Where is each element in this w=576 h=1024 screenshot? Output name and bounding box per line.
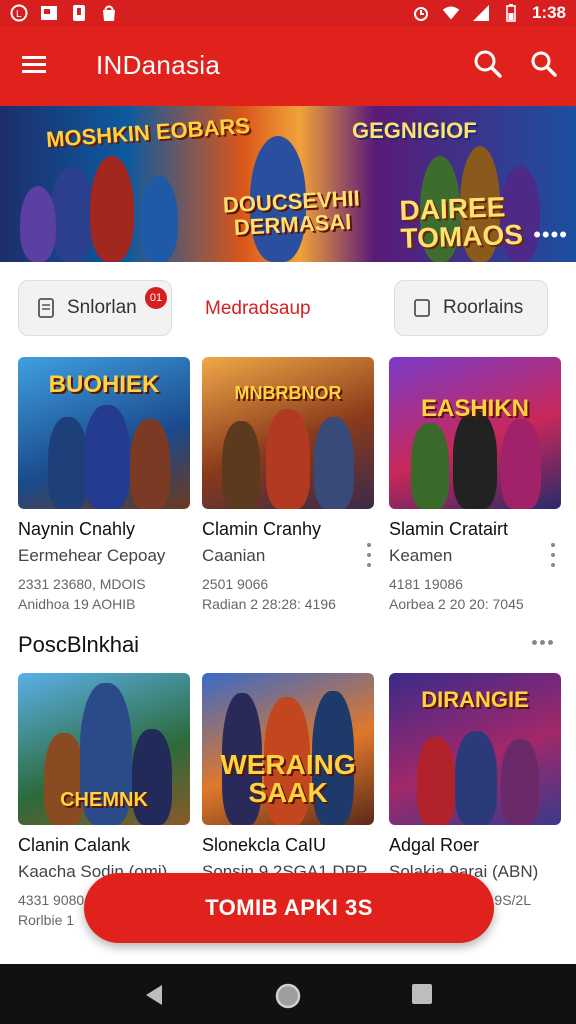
game-meta-line: 2501 9066 [202, 576, 269, 592]
system-nav-bar [0, 964, 576, 1024]
app-bar: INDanasia [0, 26, 576, 106]
section-title: PoscBlnkhai [18, 632, 140, 657]
notification-badge: 01 [145, 287, 167, 309]
back-icon [146, 985, 162, 1005]
filter-chip-left-label: Snlorlan [67, 297, 137, 318]
notification-icon: L [10, 4, 28, 22]
hamburger-icon [22, 56, 46, 73]
more-options-button[interactable] [366, 543, 372, 573]
game-thumbnail[interactable]: CHEMNK [18, 673, 190, 825]
game-name: Clamin Cranhy [202, 519, 322, 539]
filter-chip-right-label: Roorlains [443, 297, 524, 318]
home-button[interactable] [274, 982, 301, 1009]
document-icon [38, 298, 54, 318]
game-card[interactable]: MNBRBNOR Clamin Cranhy Caanian 2501 9066… [202, 357, 374, 615]
game-card[interactable]: EASHIKN Slamin Cratairt Keamen 4181 1908… [389, 357, 561, 615]
banner-title-right-top: GEGNIGIOF [352, 118, 477, 143]
section-more-button[interactable] [532, 632, 558, 652]
recents-icon [412, 984, 432, 1004]
game-meta-line: 4181 19086 [389, 576, 463, 592]
game-meta-line: Radian 2 28:28: 4196 [202, 596, 336, 613]
game-thumbnail[interactable]: WERAING SAAK [202, 673, 374, 825]
status-bar: L 1:38 [0, 0, 576, 26]
app-title: INDanasia [96, 50, 221, 80]
filter-chip-right[interactable]: Roorlains [394, 280, 548, 336]
square-icon [414, 299, 430, 317]
signal-icon [472, 5, 490, 21]
recents-button[interactable] [410, 982, 436, 1008]
menu-button[interactable] [20, 50, 50, 80]
game-meta-line: Anidhoa 19 AOHIB [18, 596, 136, 613]
save-icon [70, 5, 88, 21]
banner-pager-dots[interactable]: •••• [533, 222, 568, 248]
search-icon [474, 50, 502, 78]
search-icon [531, 51, 557, 77]
install-apk-button[interactable]: TOMIB APKI 3S [84, 873, 494, 943]
filter-active-tab[interactable]: Medradsaup [205, 298, 311, 320]
game-thumbnail[interactable]: BUOHIEK [18, 357, 190, 509]
game-name: Adgal Roer [389, 835, 480, 855]
game-name: Clanin Calank [18, 835, 131, 855]
game-card[interactable]: BUOHIEK Naynin Cnahly Eermehear Cepoay 2… [18, 357, 190, 615]
image-icon [40, 5, 58, 21]
search-alt-button[interactable] [528, 48, 560, 80]
game-name: Slamin Cratairt [389, 519, 509, 539]
game-logo: MNBRBNOR [234, 383, 342, 403]
filter-chip-left[interactable]: Snlorlan 01 [18, 280, 172, 336]
game-card[interactable]: WERAING SAAK Slonekcla CaIU Sonsin 9 2SG… [202, 673, 374, 882]
game-name: Naynin Cnahly [18, 519, 136, 539]
banner-title-left: MOSHKIN EOBARS [45, 112, 251, 153]
more-options-button[interactable] [550, 543, 556, 573]
banner-title-center: DOUCSEVHII DERMASAI [222, 185, 361, 241]
battery-icon [502, 4, 520, 22]
game-name: Slonekcla CaIU [202, 835, 327, 855]
game-logo: DIRANGIE [421, 687, 529, 712]
game-thumbnail[interactable]: MNBRBNOR [202, 357, 374, 509]
game-logo: CHEMNK [60, 789, 148, 811]
alarm-icon [412, 5, 430, 21]
filter-row: Snlorlan 01 Medradsaup Roorlains [0, 278, 576, 340]
game-thumbnail[interactable]: DIRANGIE [389, 673, 561, 825]
game-meta-line: Aorbea 2 20 20: 7045 [389, 596, 524, 613]
featured-banner[interactable]: MOSHKIN EOBARS DOUCSEVHII DERMASAI GEGNI… [0, 106, 576, 262]
home-icon [275, 983, 301, 1009]
bag-icon [100, 5, 118, 21]
game-meta: 4181 19086 Aorbea 2 20 20: 7045 [389, 574, 561, 615]
game-logo: EASHIKN [420, 395, 529, 422]
game-meta: 2501 9066 Radian 2 28:28: 4196 [202, 574, 374, 615]
game-subtitle: Caanian [202, 546, 266, 565]
game-meta: 2331 23680, MDOIS Anidhoa 19 AOHIB [18, 574, 190, 615]
game-subtitle: Keamen [389, 546, 453, 565]
game-logo: BUOHIEK [48, 371, 160, 398]
back-button[interactable] [142, 982, 168, 1008]
game-subtitle: Eermehear Cepoay [18, 546, 166, 565]
wifi-icon [442, 5, 460, 21]
clock: 1:38 [531, 3, 566, 22]
game-meta-line: 2331 23680, MDOIS [18, 576, 146, 592]
svg-text:L: L [16, 9, 22, 20]
game-thumbnail[interactable]: EASHIKN [389, 357, 561, 509]
search-button[interactable] [472, 48, 504, 80]
game-logo: WERAING SAAK [220, 749, 356, 808]
